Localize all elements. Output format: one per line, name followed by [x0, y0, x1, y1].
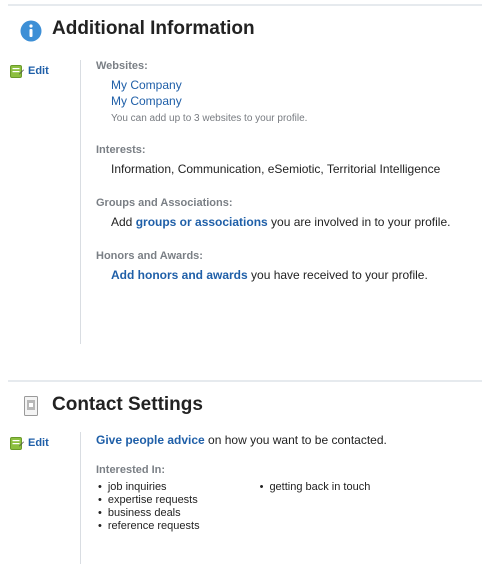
interests-label: Interests: — [96, 144, 146, 156]
contact-settings-content: Give people advice on how you want to be… — [80, 432, 387, 564]
profile-page: Additional Information Edit Websites: My… — [0, 0, 482, 564]
interested-in-left-list: job inquiries expertise requests busines… — [98, 481, 200, 533]
interests-value: Information, Communication, eSemiotic, T… — [111, 162, 441, 176]
list-item: getting back in touch — [260, 481, 370, 494]
list-item: reference requests — [98, 520, 200, 533]
groups-field: Groups and Associations: Add groups or a… — [96, 197, 456, 230]
contact-settings-header: Contact Settings — [0, 376, 482, 420]
additional-information-title: Additional Information — [52, 18, 255, 39]
section-divider — [8, 4, 482, 6]
additional-info-edit-button[interactable]: Edit — [10, 64, 49, 78]
contact-settings-title: Contact Settings — [52, 394, 203, 415]
list-item: expertise requests — [98, 494, 200, 507]
honors-suffix: you have received to your profile. — [247, 268, 428, 282]
website-link-2[interactable]: My Company — [111, 94, 182, 108]
groups-text: Add groups or associations you are invol… — [96, 214, 456, 230]
interested-in-lists: job inquiries expertise requests busines… — [96, 481, 387, 533]
list-item: job inquiries — [98, 481, 200, 494]
interested-in-right-list: getting back in touch — [260, 481, 370, 533]
honors-text: Add honors and awards you have received … — [96, 267, 456, 283]
additional-information-section: Additional Information Edit Websites: My… — [0, 0, 482, 344]
contact-card-icon — [24, 396, 38, 421]
groups-suffix: you are involved in to your profile. — [267, 215, 451, 229]
info-icon — [20, 20, 42, 47]
contact-settings-edit-button[interactable]: Edit — [10, 436, 49, 450]
honors-label: Honors and Awards: — [96, 250, 203, 262]
edit-icon — [10, 64, 24, 78]
groups-prefix: Add — [111, 215, 136, 229]
websites-label: Websites: — [96, 60, 148, 72]
advice-suffix: on how you want to be contacted. — [204, 433, 387, 447]
section-divider — [8, 380, 482, 382]
edit-label: Edit — [28, 65, 49, 77]
website-link-1[interactable]: My Company — [111, 78, 182, 92]
edit-label: Edit — [28, 437, 49, 449]
websites-field: Websites: My Company My Company You can … — [96, 60, 456, 124]
advice-text: Give people advice on how you want to be… — [96, 432, 387, 448]
honors-field: Honors and Awards: Add honors and awards… — [96, 250, 456, 283]
websites-hint: You can add up to 3 websites to your pro… — [111, 113, 308, 124]
give-advice-link[interactable]: Give people advice — [96, 433, 205, 447]
interested-in-label: Interested In: — [96, 464, 166, 476]
additional-info-content: Websites: My Company My Company You can … — [80, 60, 456, 344]
additional-information-header: Additional Information — [0, 0, 482, 44]
groups-label: Groups and Associations: — [96, 197, 233, 209]
groups-link[interactable]: groups or associations — [136, 215, 268, 229]
interests-field: Interests: Information, Communication, e… — [96, 144, 456, 177]
list-item: business deals — [98, 507, 200, 520]
add-honors-link[interactable]: Add honors and awards — [111, 268, 248, 282]
contact-settings-section: Contact Settings Edit Give people advice… — [0, 376, 482, 564]
edit-icon — [10, 436, 24, 450]
